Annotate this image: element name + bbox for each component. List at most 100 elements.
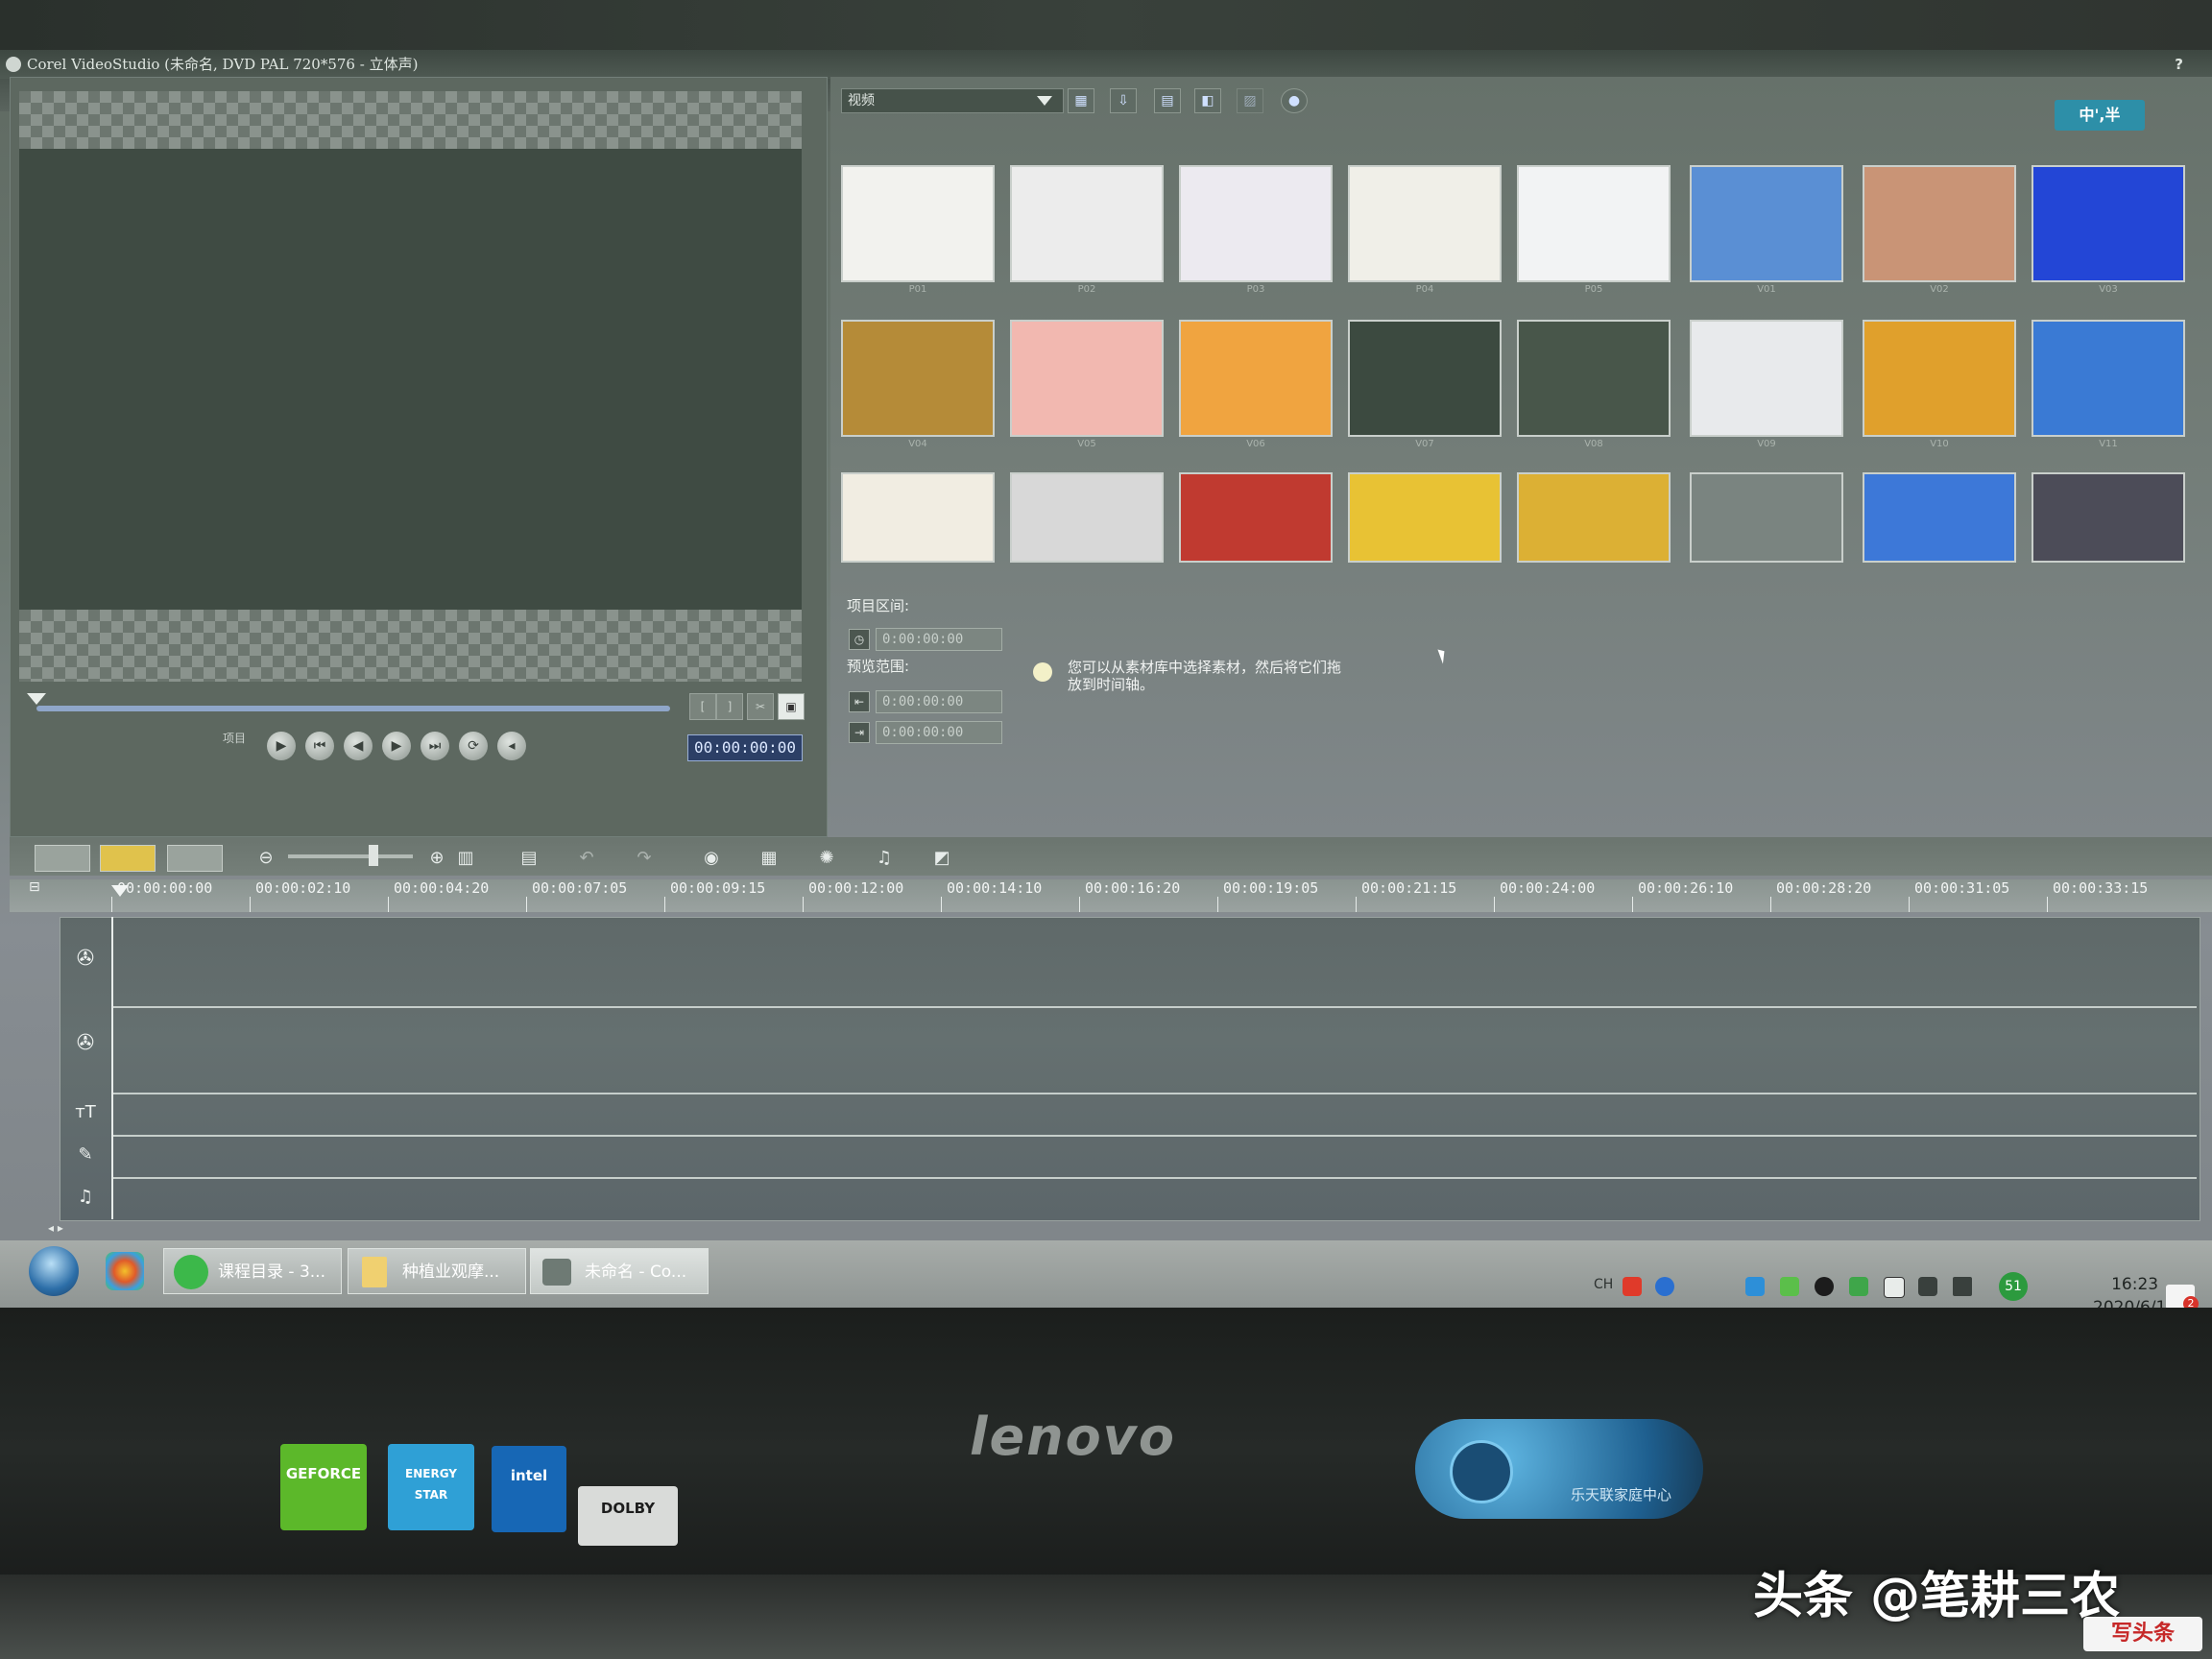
thumbnail-caption: V03	[2099, 284, 2118, 295]
preview-mode-label[interactable]: 项目	[223, 730, 246, 746]
help-button[interactable]: ?	[2175, 50, 2183, 79]
library-thumbnail[interactable]	[1348, 320, 1502, 437]
help-icon[interactable]	[1655, 1277, 1674, 1296]
play-button[interactable]: ▶	[267, 732, 296, 760]
library-thumbnail[interactable]	[841, 320, 995, 437]
mark-in-button[interactable]: [	[689, 693, 716, 720]
taskbar-item-videostudio[interactable]: 未命名 - Co...	[530, 1248, 709, 1294]
import-media-icon[interactable]: ⇩	[1110, 88, 1137, 113]
ruler-tick-label: 00:00:19:05	[1223, 879, 1319, 897]
qq-icon[interactable]	[1815, 1277, 1834, 1296]
videostudio-icon	[542, 1259, 571, 1286]
shield-icon[interactable]	[1849, 1277, 1868, 1296]
taskbar-item-browser[interactable]: 课程目录 - 3...	[163, 1248, 342, 1294]
redo-icon[interactable]: ↷	[630, 845, 659, 872]
network-icon[interactable]	[1918, 1277, 1937, 1296]
zoom-slider[interactable]	[288, 854, 413, 858]
ime-indicator[interactable]: 中',半	[2055, 100, 2145, 131]
library-thumbnail[interactable]	[1348, 165, 1502, 282]
timecode-display[interactable]: 00:00:00:00	[687, 734, 803, 761]
library-thumbnail[interactable]	[841, 472, 995, 563]
sort-icon[interactable]: ▤	[1154, 88, 1181, 113]
library-thumbnail[interactable]	[1010, 165, 1164, 282]
timeline-scroll-arrows[interactable]: ◂ ▸	[48, 1221, 106, 1235]
badge-51[interactable]: 51	[1999, 1272, 2028, 1301]
enlarge-preview-button[interactable]: ▣	[778, 693, 805, 720]
sogou-ime-icon[interactable]	[1623, 1277, 1642, 1296]
zoom-in-icon[interactable]: ⊕	[422, 845, 451, 872]
library-category-dropdown[interactable]: 视频	[841, 88, 1064, 113]
library-thumbnail[interactable]	[1863, 320, 2016, 437]
library-thumbnail[interactable]	[1010, 320, 1164, 437]
library-thumbnail[interactable]	[2032, 472, 2185, 563]
timeline-view-button[interactable]	[100, 845, 156, 872]
house-icon	[1450, 1440, 1513, 1503]
notification-icon[interactable]: 2	[2166, 1285, 2199, 1311]
launcher-icon[interactable]	[106, 1252, 144, 1290]
library-thumbnail[interactable]	[1517, 165, 1671, 282]
track-manager-icon[interactable]: ▦	[755, 845, 783, 872]
timeline-tracks[interactable]	[60, 917, 2200, 1221]
insert-media-icon[interactable]: ▤	[515, 845, 543, 872]
chevron-down-icon[interactable]	[1037, 96, 1052, 106]
undo-icon[interactable]: ↶	[572, 845, 601, 872]
flag-icon[interactable]	[1884, 1277, 1905, 1298]
thumbnail-caption: V11	[2099, 439, 2118, 449]
auto-motion-icon[interactable]: ◩	[927, 845, 956, 872]
library-thumbnail[interactable]	[2032, 320, 2185, 437]
library-thumbnail[interactable]	[1517, 320, 1671, 437]
library-thumbnail[interactable]	[1179, 472, 1333, 563]
thumbnail-caption: V10	[1930, 439, 1949, 449]
ruler-tick-label: 00:00:33:15	[2053, 879, 2149, 897]
audio-mixer-icon[interactable]: ♫	[870, 845, 899, 872]
repeat-button[interactable]: ⟳	[459, 732, 488, 760]
record-capture-icon[interactable]: ◉	[697, 845, 726, 872]
end-button[interactable]: ⏭	[421, 732, 449, 760]
library-manager-icon[interactable]: ◧	[1194, 88, 1221, 113]
project-duration-field[interactable]: 0:00:00:00	[876, 628, 1002, 651]
scrubber-handle[interactable]	[27, 693, 46, 705]
previous-frame-button[interactable]: ◀	[344, 732, 373, 760]
fit-project-icon[interactable]: ▥	[451, 845, 480, 872]
library-thumbnail[interactable]	[841, 165, 995, 282]
library-thumbnail[interactable]	[1863, 165, 2016, 282]
next-frame-button[interactable]: ▶	[382, 732, 411, 760]
scrubber-bar[interactable]	[36, 706, 670, 711]
library-thumbnail[interactable]	[2032, 165, 2185, 282]
home-button[interactable]: ⏮	[305, 732, 334, 760]
dolby-sticker: DOLBY	[578, 1486, 678, 1546]
preview-range-label: 预览范围:	[847, 658, 910, 675]
volume-button[interactable]: ◂	[497, 732, 526, 760]
split-clip-button[interactable]: ✂	[747, 693, 774, 720]
title-bar: Corel VideoStudio (未命名, DVD PAL 720*576 …	[0, 50, 2212, 79]
zoom-out-icon[interactable]: ⊖	[252, 845, 280, 872]
playhead-marker[interactable]	[111, 885, 129, 897]
library-thumbnail[interactable]	[1690, 472, 1843, 563]
ruler-tick-label: 00:00:31:05	[1914, 879, 2010, 897]
library-thumbnail[interactable]	[1179, 320, 1333, 437]
bird-icon[interactable]	[1745, 1277, 1765, 1296]
library-thumbnail[interactable]	[1517, 472, 1671, 563]
audio-view-button[interactable]	[167, 845, 223, 872]
auto-music-icon[interactable]: ✺	[812, 845, 841, 872]
corner-logo: 写头条	[2083, 1617, 2202, 1651]
options-icon[interactable]: ●	[1281, 88, 1308, 113]
preview-end-field[interactable]: 0:00:00:00	[876, 721, 1002, 744]
preview-start-field[interactable]: 0:00:00:00	[876, 690, 1002, 713]
library-thumbnail[interactable]	[1863, 472, 2016, 563]
library-thumbnail[interactable]	[1690, 165, 1843, 282]
library-thumbnail[interactable]	[1010, 472, 1164, 563]
library-thumbnail[interactable]	[1690, 320, 1843, 437]
speaker-icon[interactable]	[1953, 1277, 1972, 1296]
library-thumbnail[interactable]	[1348, 472, 1502, 563]
wechat-icon[interactable]	[1780, 1277, 1799, 1296]
library-thumbnail[interactable]	[1179, 165, 1333, 282]
storyboard-view-button[interactable]	[35, 845, 90, 872]
zoom-slider-thumb[interactable]	[369, 845, 378, 866]
delete-icon[interactable]: ▨	[1237, 88, 1263, 113]
language-indicator[interactable]: CH	[1594, 1277, 1613, 1292]
folder-icon[interactable]: ▦	[1068, 88, 1094, 113]
mark-out-button[interactable]: ]	[716, 693, 743, 720]
start-button[interactable]	[29, 1246, 79, 1296]
taskbar-item-folder[interactable]: 种植业观摩...	[348, 1248, 526, 1294]
